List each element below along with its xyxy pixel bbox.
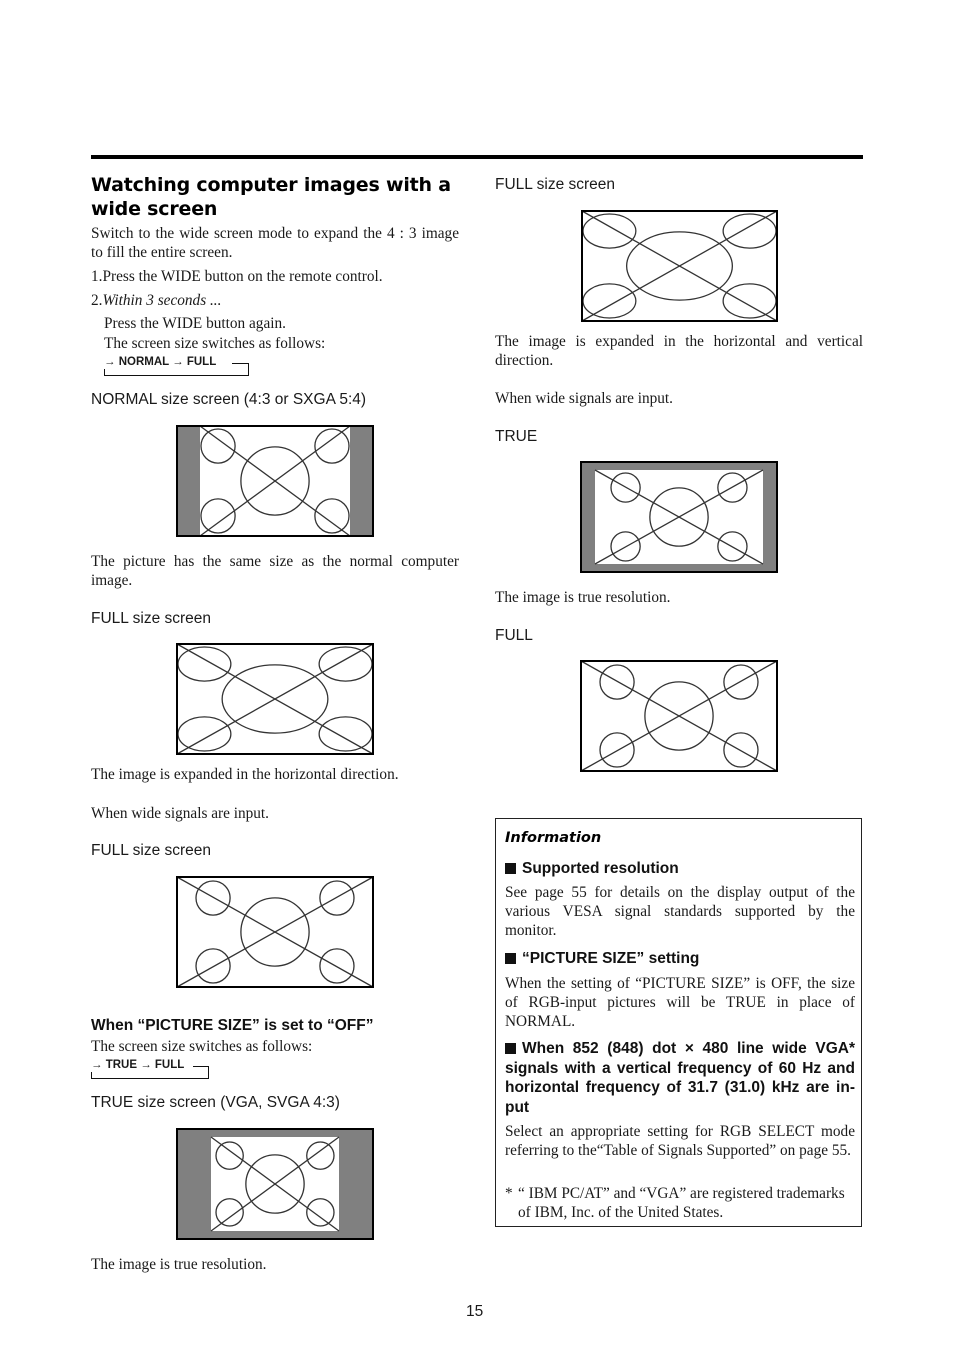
info-body-wide-vga: Select an appropriate setting for RGB SE… — [505, 1123, 855, 1159]
right-full-label: FULL — [495, 627, 533, 644]
picture-size-off-heading: When “PICTURE SIZE” is set to “OFF” — [91, 1017, 374, 1034]
cycle-text: → NORMAL → FULL — [104, 356, 221, 369]
right-true-description: The image is true resolution. — [495, 589, 671, 606]
info-body-supported-resolution: See page 55 for details on the display o… — [505, 884, 855, 939]
step-2-line-1: Press the WIDE button again. — [104, 315, 286, 332]
information-title: Information — [505, 830, 602, 846]
right-full-description: The image is expanded in the horizontal … — [495, 333, 863, 369]
right-true-label: TRUE — [495, 428, 538, 445]
square-bullet-icon — [505, 1043, 516, 1054]
wide-signals-note: When wide signals are input. — [91, 805, 269, 822]
info-heading-text: “PICTURE SIZE” setting — [522, 950, 700, 967]
info-heading-picture-size: “PICTURE SIZE” setting — [505, 949, 699, 968]
step-1-text: Press the WIDE button on the remote cont… — [102, 268, 383, 285]
normal-description: The picture has the same size as the nor… — [91, 553, 459, 589]
section-heading: Watching computer images with a wide scr… — [91, 174, 451, 220]
step-1: 1.Press the WIDE button on the remote co… — [91, 267, 461, 286]
true-description: The image is true resolution. — [91, 1256, 267, 1273]
picture-size-off-intro: The screen size switches as follows: — [91, 1038, 313, 1055]
intro-paragraph: Switch to the wide screen mode to expand… — [91, 225, 459, 261]
info-footnote: * “ IBM PC/AT” and “VGA” are registered … — [505, 1184, 857, 1222]
footnote-mark: * — [505, 1185, 513, 1202]
true-size-label: TRUE size screen (VGA, SVGA 4:3) — [91, 1094, 340, 1111]
true-screen-diagram-4x3 — [176, 1128, 374, 1240]
info-heading-text: When 852 (848) dot × 480 line wide VGA* … — [505, 1040, 855, 1116]
page-number: 15 — [466, 1303, 484, 1320]
full-description: The image is expanded in the horizontal … — [91, 766, 399, 783]
info-heading-supported-resolution: Supported resolution — [505, 859, 679, 878]
step-1-number: 1. — [91, 268, 103, 285]
full-screen-diagram-wide-right — [580, 660, 778, 772]
cycle-text: → TRUE → FULL — [91, 1059, 189, 1072]
step-2-line-2: The screen size switches as follows: — [104, 335, 326, 352]
cycle-tail-line — [232, 363, 248, 364]
square-bullet-icon — [505, 953, 516, 964]
cycle-diagram-true-full: → TRUE → FULL — [91, 1059, 209, 1081]
step-2-number: 2. — [91, 292, 103, 309]
full-size-label: FULL size screen — [91, 610, 212, 627]
step-2-text: Within 3 seconds ... — [102, 292, 222, 309]
info-heading-wide-vga: When 852 (848) dot × 480 line wide VGA* … — [505, 1039, 855, 1117]
info-heading-text: Supported resolution — [522, 860, 679, 877]
full-screen-diagram-wide — [176, 876, 374, 988]
cycle-diagram-normal-full: → NORMAL → FULL — [104, 356, 249, 378]
footnote-text: “ IBM PC/AT” and “VGA” are registered tr… — [518, 1185, 845, 1221]
step-2: 2.Within 3 seconds ... — [91, 291, 461, 310]
top-rule — [91, 155, 863, 159]
full-screen-diagram-stretched — [176, 643, 374, 755]
cycle-tail-line — [193, 1066, 208, 1067]
normal-size-label: NORMAL size screen (4:3 or SXGA 5:4) — [91, 391, 367, 408]
true-screen-diagram-wide — [580, 461, 778, 573]
square-bullet-icon — [505, 863, 516, 874]
right-wide-signals-note: When wide signals are input. — [495, 390, 673, 407]
normal-screen-diagram — [176, 425, 374, 537]
right-full-size-label: FULL size screen — [495, 176, 616, 193]
full-size-label-wide: FULL size screen — [91, 842, 212, 859]
information-box: Information Supported resolution See pag… — [495, 818, 862, 1227]
full-screen-diagram-expanded — [581, 210, 778, 322]
info-body-picture-size: When the setting of “PICTURE SIZE” is OF… — [505, 975, 855, 1030]
